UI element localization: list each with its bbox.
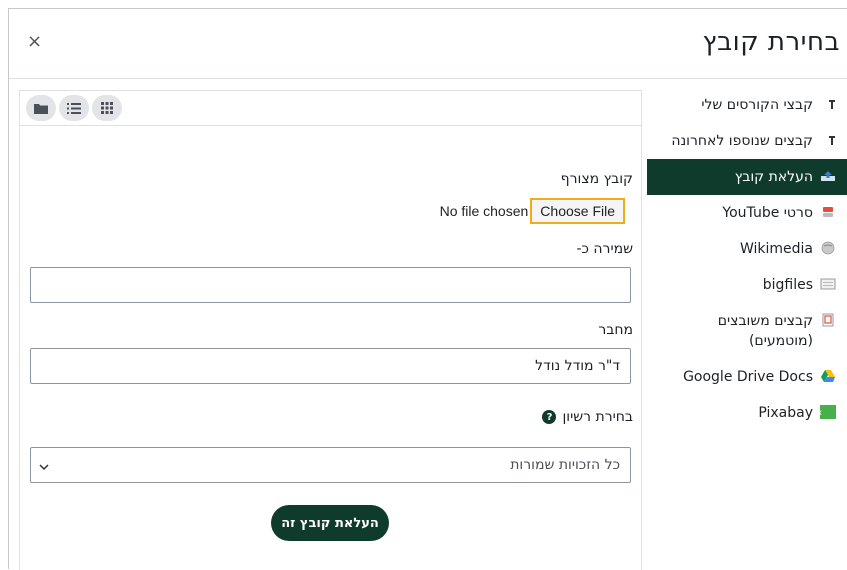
dialog-title: בחירת קובץ <box>702 27 840 57</box>
upload-this-file-button[interactable]: העלאת קובץ זה <box>271 505 389 541</box>
view-toolbar <box>20 91 641 126</box>
sidebar-item-embedded-files[interactable]: קבצים משובצים (מוטמעים) <box>647 303 847 359</box>
sidebar-item-google-drive[interactable]: Google Drive Docs <box>647 359 847 395</box>
sidebar-item-label: Google Drive Docs <box>683 369 813 385</box>
sidebar-item-label: bigfiles <box>762 277 813 293</box>
embedded-files-icon <box>819 313 837 327</box>
sidebar-item-label: קבצים משובצים (מוטמעים) <box>717 313 813 349</box>
choose-file-button[interactable]: Choose File <box>530 198 625 224</box>
sidebar-item-wikimedia[interactable]: Wikimedia <box>647 231 847 267</box>
sidebar-item-pixabay[interactable]: px Pixabay <box>647 395 847 431</box>
sidebar-item-label: סרטי YouTube <box>722 205 813 221</box>
help-icon[interactable]: ? <box>542 410 557 424</box>
chevron-down-icon <box>39 459 49 475</box>
list-view-button[interactable] <box>59 95 89 121</box>
repository-icon: m <box>819 97 837 111</box>
author-input[interactable] <box>30 348 631 384</box>
file-picker-dialog: בחירת קובץ × m קבצי הקורסים שלי m קבצים … <box>8 8 847 570</box>
sidebar-item-label: קבצים שנוספו לאחרונה <box>671 133 813 149</box>
svg-text:px: px <box>820 408 822 417</box>
youtube-icon <box>819 205 837 219</box>
bigfiles-icon <box>819 277 837 291</box>
wikimedia-icon <box>819 241 837 255</box>
list-view-icon <box>67 99 81 118</box>
icons-view-icon <box>101 99 113 118</box>
author-label: מחבר <box>598 322 633 338</box>
sidebar-item-label: העלאת קובץ <box>734 169 813 185</box>
upload-panel: קובץ מצורף No file chosen Choose File שמ… <box>19 90 642 570</box>
attachment-label: קובץ מצורף <box>560 171 633 187</box>
icons-view-button[interactable] <box>92 95 122 121</box>
no-file-chosen-text: No file chosen <box>439 203 529 219</box>
sidebar-item-label: Wikimedia <box>739 241 813 257</box>
license-select[interactable]: כל הזכויות שמורות <box>30 447 631 483</box>
sidebar-item-my-course-files[interactable]: m קבצי הקורסים שלי <box>647 87 847 123</box>
google-drive-icon <box>819 369 837 383</box>
sidebar-item-recent-files[interactable]: m קבצים שנוספו לאחרונה <box>647 123 847 159</box>
repository-sidebar: m קבצי הקורסים שלי m קבצים שנוספו לאחרונ… <box>647 87 847 431</box>
pixabay-icon: px <box>819 405 837 419</box>
save-as-label: שמירה כ- <box>576 241 633 257</box>
license-label: בחירת רשיון <box>562 409 633 425</box>
save-as-input[interactable] <box>30 267 631 303</box>
recent-files-icon: m <box>819 133 837 147</box>
sidebar-item-upload-file[interactable]: העלאת קובץ <box>647 159 847 195</box>
upload-icon <box>819 169 837 183</box>
sidebar-item-label: קבצי הקורסים שלי <box>701 97 813 113</box>
license-label-row: בחירת רשיון? <box>542 409 633 425</box>
sidebar-item-youtube[interactable]: סרטי YouTube <box>647 195 847 231</box>
folder-view-button[interactable] <box>26 95 56 121</box>
file-input-row: No file chosen Choose File <box>440 198 625 224</box>
license-selected-value: כל הזכויות שמורות <box>510 457 620 473</box>
sidebar-item-bigfiles[interactable]: bigfiles <box>647 267 847 303</box>
dialog-header: בחירת קובץ × <box>9 9 847 79</box>
sidebar-item-label: Pixabay <box>758 405 813 421</box>
folder-icon <box>34 99 48 118</box>
close-icon[interactable]: × <box>27 33 42 51</box>
